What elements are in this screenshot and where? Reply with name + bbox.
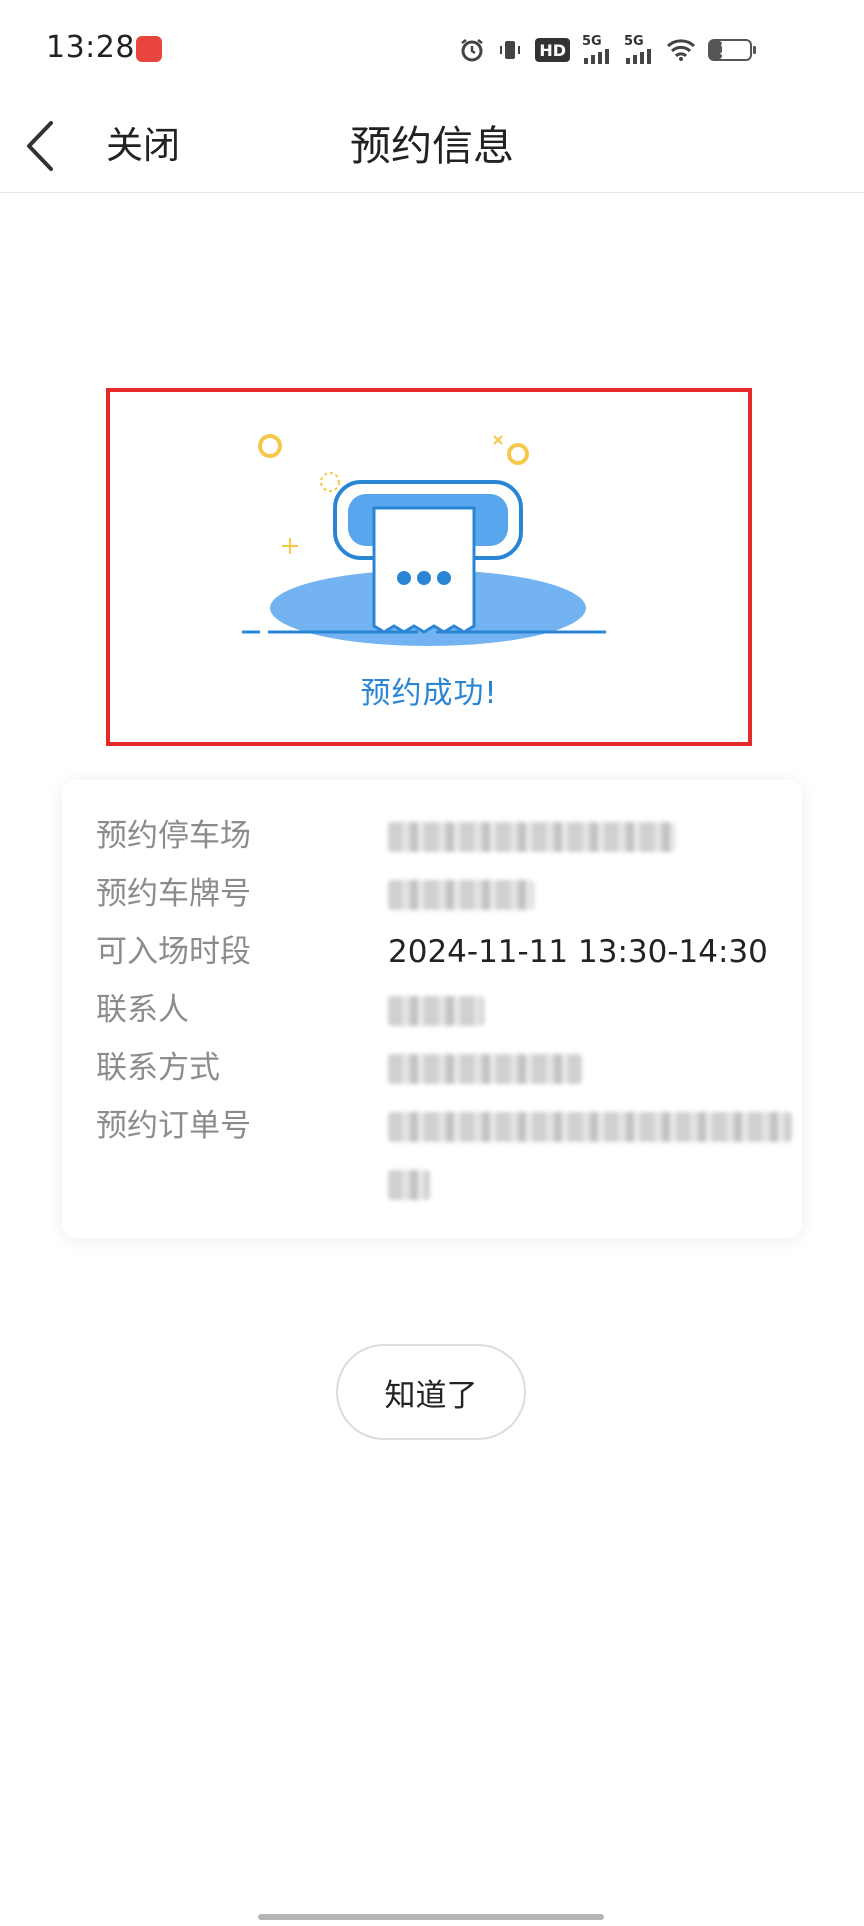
receipt-paper — [372, 506, 476, 634]
wifi-icon — [666, 38, 696, 62]
decor-ring-icon — [258, 434, 282, 458]
acknowledge-button[interactable]: 知道了 — [336, 1344, 526, 1440]
alarm-icon — [459, 37, 485, 63]
redacted-value — [388, 822, 676, 852]
status-time: 13:28 — [46, 30, 135, 65]
battery-level: 30 — [719, 41, 741, 59]
info-label: 预约车牌号 — [96, 876, 251, 912]
app-notification-icon — [136, 36, 162, 62]
decor-sparkle-icon — [320, 472, 340, 492]
status-bar: 13:28 HD 5G 5G 30 — [0, 0, 864, 100]
dot-icon — [437, 571, 451, 585]
status-icons: HD 5G 5G 30 — [459, 34, 756, 66]
battery-icon: 30 — [708, 39, 756, 61]
redacted-value — [388, 1170, 430, 1200]
net-label-1: 5G — [582, 34, 602, 49]
info-label: 预约停车场 — [96, 818, 251, 854]
redacted-value — [388, 1054, 582, 1084]
decor-star-icon — [493, 435, 503, 445]
success-message: 预约成功! — [360, 676, 498, 711]
reservation-info-card: 预约停车场 预约车牌号 可入场时段 2024-11-11 13:30-14:30… — [62, 780, 802, 1238]
success-panel: 预约成功! — [106, 388, 752, 746]
redacted-value — [388, 880, 534, 910]
dot-icon — [417, 571, 431, 585]
hd-voice-icon: HD — [535, 38, 570, 62]
redacted-value — [388, 1112, 792, 1142]
signal-5g-icon-2: 5G — [624, 34, 654, 64]
dot-icon — [397, 571, 411, 585]
nav-bar: 关闭 预约信息 — [0, 100, 864, 193]
home-indicator[interactable] — [258, 1914, 604, 1920]
info-label: 可入场时段 — [96, 934, 251, 970]
net-label-2: 5G — [624, 34, 644, 49]
decor-plus-icon — [282, 538, 298, 554]
info-value: 2024-11-11 13:30-14:30 — [388, 934, 768, 970]
info-label: 联系方式 — [96, 1050, 220, 1086]
info-label: 联系人 — [96, 992, 189, 1028]
page-title: 预约信息 — [350, 122, 514, 170]
signal-5g-icon-1: 5G — [582, 34, 612, 64]
reservation-success-illustration — [242, 434, 606, 646]
info-label: 预约订单号 — [96, 1108, 251, 1144]
decor-ring-icon — [507, 443, 529, 465]
screen: 13:28 HD 5G 5G 30 关闭 预约信息 预约成功! 预约停车场 预约… — [0, 0, 864, 1926]
redacted-value — [388, 996, 484, 1026]
vibrate-icon — [497, 37, 523, 63]
